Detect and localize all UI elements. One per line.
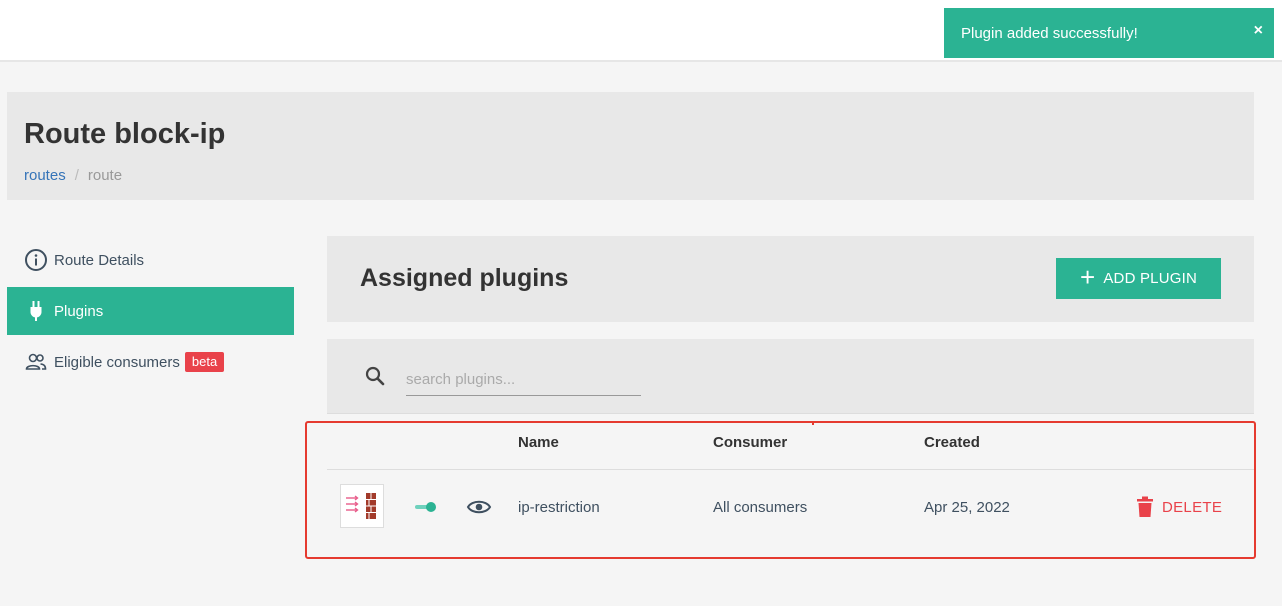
- plugin-name-link[interactable]: ip-restriction: [518, 499, 600, 516]
- header-divider: [327, 469, 1254, 470]
- breadcrumb: routes / route: [24, 167, 122, 184]
- breadcrumb-current: route: [87, 167, 123, 184]
- section-title: Assigned plugins: [360, 264, 569, 292]
- success-toast: Plugin added successfully! ×: [944, 8, 1274, 58]
- search-panel: [327, 339, 1254, 413]
- users-icon: [24, 350, 48, 374]
- column-header-created: Created: [924, 434, 980, 451]
- plugins-table: Name Consumer Created ip-restriction All…: [327, 413, 1254, 554]
- search-icon: [363, 364, 387, 393]
- sidebar-item-label: Eligible consumers: [54, 353, 180, 371]
- plugin-consumer: All consumers: [713, 499, 808, 516]
- view-eye-icon[interactable]: [466, 496, 492, 523]
- plus-icon: +: [1079, 262, 1096, 292]
- sidebar-item-eligible-consumers[interactable]: Eligible consumers beta: [7, 338, 294, 386]
- trash-icon: [1137, 496, 1153, 517]
- highlight-marker: [812, 421, 814, 425]
- column-header-name: Name: [518, 434, 559, 451]
- add-plugin-label: ADD PLUGIN: [1103, 270, 1198, 287]
- sidebar-item-plugins[interactable]: Plugins: [7, 287, 294, 335]
- column-header-consumer: Consumer: [713, 434, 788, 451]
- delete-plugin-button[interactable]: DELETE: [1136, 496, 1222, 518]
- plugin-created-date: Apr 25, 2022: [924, 499, 1010, 516]
- beta-badge: beta: [184, 352, 225, 372]
- delete-label: DELETE: [1162, 498, 1223, 516]
- page-title: Route block-ip: [24, 118, 226, 150]
- add-plugin-button[interactable]: + ADD PLUGIN: [1056, 258, 1221, 299]
- breadcrumb-routes-link[interactable]: routes: [24, 167, 66, 184]
- sidebar-item-label: Route Details: [54, 251, 145, 269]
- ip-restriction-plugin-icon: [340, 484, 384, 528]
- plugin-enabled-toggle[interactable]: [414, 500, 438, 519]
- page-header: Route block-ip routes / route: [7, 92, 1254, 200]
- info-icon: [24, 248, 48, 272]
- sidebar: Route Details Plugins Eligible consumers…: [7, 236, 294, 389]
- sidebar-item-label: Plugins: [54, 302, 104, 320]
- sidebar-item-route-details[interactable]: Route Details: [7, 236, 294, 284]
- toast-message: Plugin added successfully!: [961, 24, 1138, 42]
- plugins-header: Assigned plugins + ADD PLUGIN: [327, 236, 1254, 322]
- plug-icon: [24, 299, 48, 323]
- search-plugins-input[interactable]: [406, 363, 641, 396]
- toast-close-icon[interactable]: ×: [1254, 22, 1263, 40]
- breadcrumb-separator: /: [74, 167, 79, 184]
